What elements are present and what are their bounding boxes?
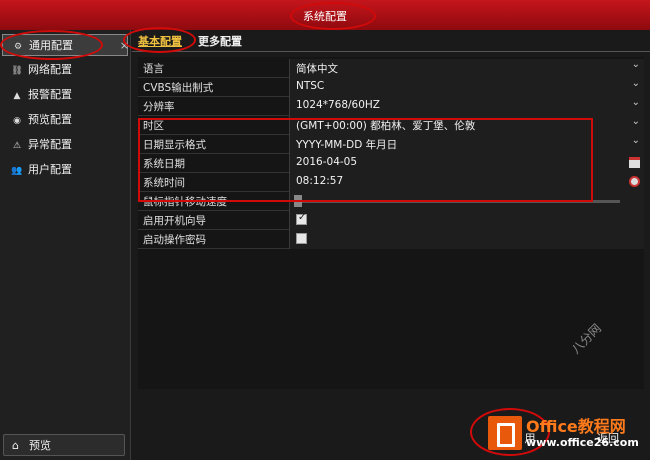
- preview-label: 预览: [28, 439, 51, 452]
- annotation-circle-tab: [123, 27, 196, 53]
- calendar-icon[interactable]: [629, 157, 640, 168]
- language-dropdown[interactable]: 简体中文 ⌄: [289, 59, 644, 78]
- eye-icon: ◉: [13, 116, 21, 126]
- annotation-circle-title: [290, 2, 376, 30]
- setting-row-resolution: 分辨率 1024*768/60HZ ⌄: [138, 97, 644, 116]
- operation-password-checkbox[interactable]: [296, 233, 307, 244]
- setting-label: 分辨率: [143, 101, 175, 113]
- office-logo-icon: [488, 416, 522, 450]
- alarm-icon: ▲: [13, 91, 21, 101]
- sidebar-item-network[interactable]: ⛓ 网络配置: [2, 59, 128, 81]
- setting-label: CVBS输出制式: [143, 82, 214, 94]
- setting-value: 简体中文: [296, 63, 338, 75]
- chevron-down-icon: ⌄: [631, 59, 640, 70]
- sidebar-item-user[interactable]: 👥 用户配置: [2, 159, 128, 181]
- setting-label: 启用开机向导: [143, 215, 206, 227]
- chevron-down-icon: ⌄: [631, 78, 640, 89]
- home-icon: ⌂: [12, 439, 19, 452]
- sidebar-item-preview[interactable]: ◉ 预览配置: [2, 109, 128, 131]
- setting-row-operation-password: 启动操作密码: [138, 230, 644, 249]
- preview-button[interactable]: ⌂ 预览: [3, 434, 125, 456]
- setting-row-cvbs: CVBS输出制式 NTSC ⌄: [138, 78, 644, 97]
- sidebar-item-label: 网络配置: [28, 63, 72, 76]
- setting-row-boot-wizard: 启用开机向导: [138, 211, 644, 230]
- sidebar: ⚙ 通用配置 × ⛓ 网络配置 ▲ 报警配置 ◉ 预览配置 ⚠ 异常配置 👥 用户配置 ⌂ 预…: [0, 30, 131, 460]
- network-icon: ⛓: [11, 66, 23, 76]
- chevron-down-icon: ⌄: [631, 135, 640, 146]
- setting-value: NTSC: [296, 80, 325, 92]
- watermark-brand: Office教程网: [526, 417, 626, 436]
- chevron-down-icon: ⌄: [631, 97, 640, 108]
- sidebar-item-label: 报警配置: [28, 88, 72, 101]
- watermark-url: www.office26.com: [526, 436, 639, 449]
- warning-icon: ⚠: [12, 141, 22, 151]
- sidebar-item-label: 预览配置: [28, 113, 72, 126]
- setting-label: 启动操作密码: [143, 234, 206, 246]
- tab-more[interactable]: 更多配置: [198, 33, 242, 50]
- setting-value: 1024*768/60HZ: [296, 99, 380, 111]
- cvbs-dropdown[interactable]: NTSC ⌄: [289, 78, 644, 97]
- chevron-down-icon: ⌄: [631, 116, 640, 127]
- settings-panel: 语言 简体中文 ⌄ CVBS输出制式 NTSC ⌄ 分辨率 1024*768/6…: [138, 57, 644, 389]
- users-icon: 👥: [11, 166, 23, 176]
- boot-wizard-checkbox[interactable]: [296, 212, 307, 225]
- boot-wizard-cell: [289, 211, 644, 230]
- tab-bar: 基本配置 更多配置: [132, 30, 650, 52]
- annotation-box-datetime: [138, 118, 593, 202]
- setting-label: 语言: [143, 63, 164, 75]
- sidebar-item-label: 用户配置: [28, 163, 72, 176]
- sidebar-item-alarm[interactable]: ▲ 报警配置: [2, 84, 128, 106]
- setting-row-language: 语言 简体中文 ⌄: [138, 59, 644, 78]
- resolution-dropdown[interactable]: 1024*768/60HZ ⌄: [289, 97, 644, 116]
- sidebar-item-exception[interactable]: ⚠ 异常配置: [2, 134, 128, 156]
- clock-icon[interactable]: [629, 176, 640, 187]
- annotation-circle-sidebar: [0, 30, 103, 60]
- sidebar-item-label: 异常配置: [28, 138, 72, 151]
- operation-password-cell: [289, 230, 644, 249]
